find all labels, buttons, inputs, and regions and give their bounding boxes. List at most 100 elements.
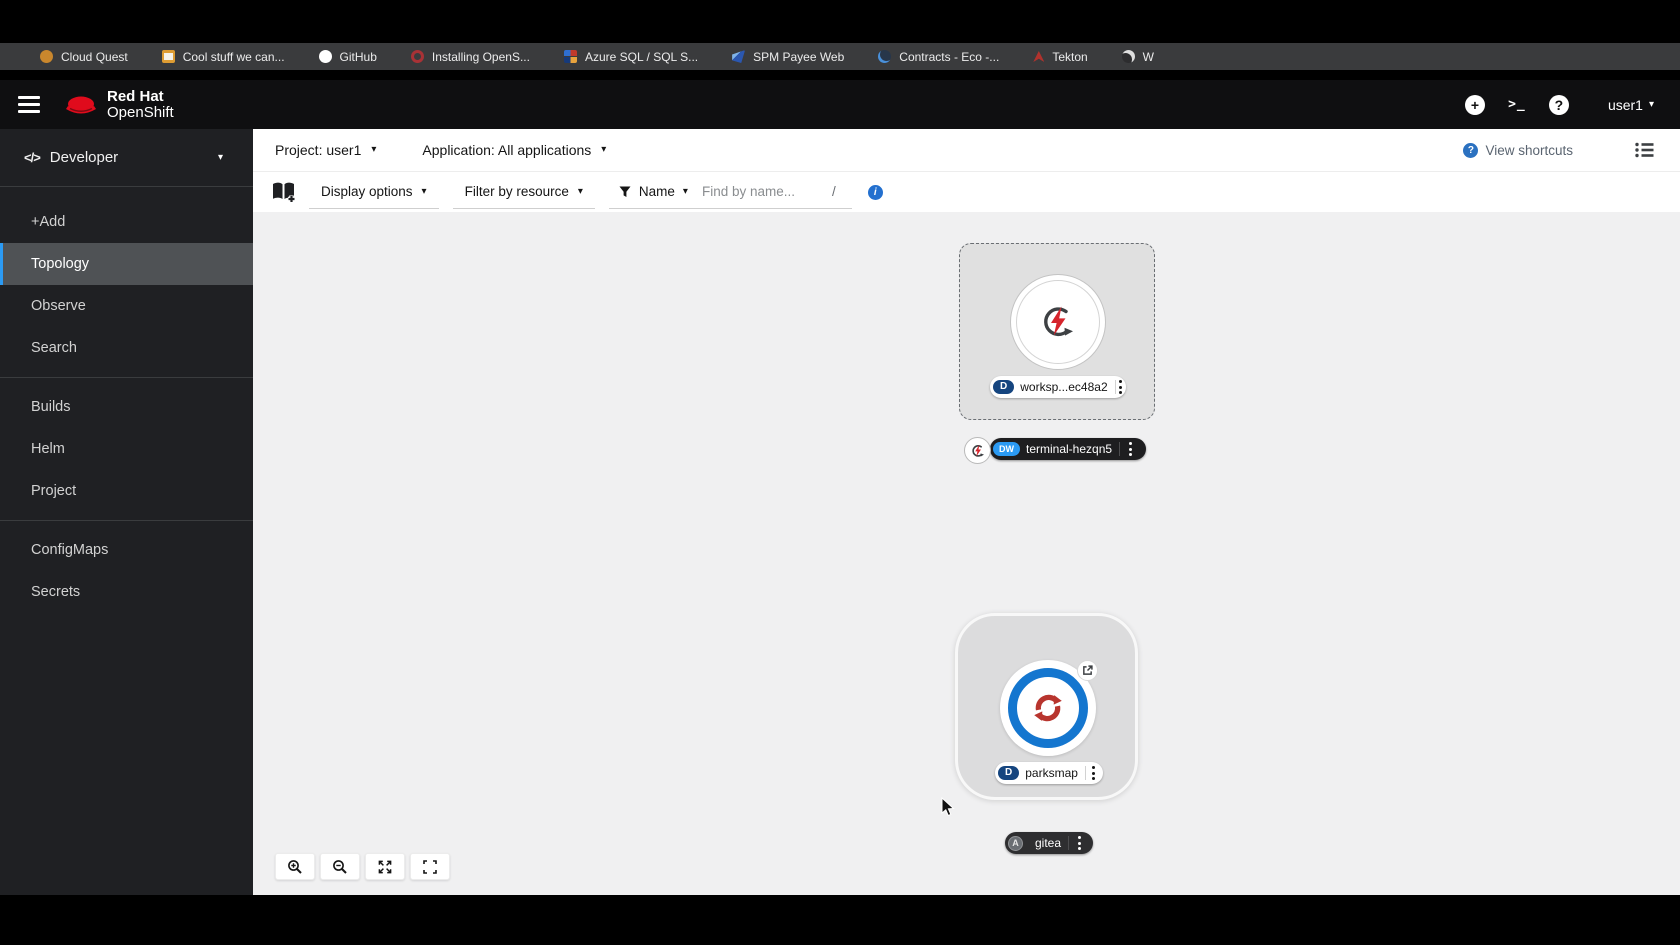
code-icon: </> — [24, 150, 41, 165]
zoom-in-button[interactable] — [275, 853, 315, 880]
help-button[interactable]: ? — [1538, 94, 1580, 115]
name-filter-dropdown[interactable]: Name ▾ — [619, 184, 688, 199]
pill-divider — [1084, 766, 1086, 780]
azure-favicon-icon — [563, 50, 577, 63]
gitea-node-name: gitea — [1035, 836, 1062, 850]
bookmark-label: Cloud Quest — [61, 49, 128, 64]
bookmark-tekton[interactable]: Tekton — [1033, 50, 1088, 64]
pill-divider — [1068, 836, 1070, 850]
info-icon[interactable]: i — [867, 184, 883, 200]
sidebar-item-observe[interactable]: Observe — [0, 285, 253, 327]
user-menu[interactable]: user1 ▾ — [1608, 97, 1654, 113]
zoom-out-button[interactable] — [320, 853, 360, 880]
tekton-favicon-icon — [1033, 51, 1045, 62]
redhat-fedora-icon — [66, 96, 96, 113]
deployment-badge: D — [993, 379, 1015, 395]
list-view-icon[interactable] — [1635, 142, 1654, 158]
sidebar-item-search[interactable]: Search — [0, 327, 253, 369]
github-favicon-icon — [318, 50, 332, 63]
export-application-icon[interactable] — [270, 180, 297, 204]
sidebar-divider — [0, 520, 253, 521]
terminal-node-label[interactable]: DW terminal-hezqn5 — [990, 438, 1146, 460]
application-badge: A — [1008, 835, 1023, 851]
folder-favicon-icon — [161, 50, 175, 63]
chevron-down-icon: ▾ — [1648, 98, 1654, 110]
fit-to-screen-button[interactable] — [365, 853, 405, 880]
chevron-down-icon: ▾ — [601, 144, 607, 155]
bookmark-contracts[interactable]: Contracts - Eco -... — [878, 50, 999, 64]
filter-by-resource-dropdown[interactable]: Filter by resource ▾ — [452, 176, 595, 209]
deployment-badge: D — [998, 765, 1020, 781]
sidebar-nav: </> Developer ▾ +Add Topology Observe Se… — [0, 129, 253, 895]
redhat-openshift-logo: Red Hat OpenShift — [64, 87, 174, 121]
add-quick-create-button[interactable]: + — [1454, 94, 1496, 115]
sidebar-item-configmaps[interactable]: ConfigMaps — [0, 529, 253, 571]
bookmark-installing-openshift[interactable]: Installing OpenS... — [410, 49, 530, 64]
sidebar-item-helm[interactable]: Helm — [0, 428, 253, 470]
globe-favicon-icon — [1121, 50, 1135, 63]
topology-canvas: D worksp...ec48a2 DW terminal-hezqn5 D p… — [253, 212, 1680, 895]
bookmark-cool-stuff[interactable]: Cool stuff we can... — [161, 49, 285, 64]
canvas-controls — [275, 853, 450, 880]
globe-favicon-icon — [878, 50, 892, 63]
chevron-down-icon: ▾ — [577, 185, 583, 197]
perspective-label: Developer — [49, 149, 119, 166]
question-circle-icon: ? — [1463, 142, 1479, 158]
brand-line1: Red Hat — [107, 87, 164, 105]
open-url-decorator[interactable] — [1077, 660, 1098, 681]
che-workspace-icon — [1044, 306, 1073, 337]
slash-shortcut-hint: / — [831, 184, 836, 199]
openshift-masthead: Red Hat OpenShift + >_ ? user1 ▾ — [0, 80, 1680, 129]
kebab-menu-icon[interactable] — [1122, 438, 1138, 459]
che-workspace-icon — [971, 444, 984, 457]
perspective-switcher[interactable]: </> Developer ▾ — [0, 129, 253, 187]
hamburger-menu-icon[interactable] — [18, 96, 40, 113]
find-by-name-input[interactable] — [701, 184, 830, 199]
fullscreen-button[interactable] — [410, 853, 450, 880]
parksmap-app-icon — [1034, 694, 1062, 722]
bookmark-cloud-quest[interactable]: Cloud Quest — [40, 50, 128, 64]
workspace-node-label[interactable]: D worksp...ec48a2 — [990, 376, 1126, 398]
kebab-menu-icon[interactable] — [1117, 376, 1123, 397]
cloud-quest-favicon-icon — [40, 50, 53, 63]
chevron-down-icon: ▾ — [371, 144, 377, 155]
sidebar-item-secrets[interactable]: Secrets — [0, 571, 253, 613]
project-dropdown[interactable]: Project: user1 ▾ — [275, 142, 376, 158]
sidebar-item-builds[interactable]: Builds — [0, 386, 253, 428]
bookmark-github[interactable]: GitHub — [318, 49, 377, 64]
workspace-node[interactable] — [1010, 274, 1106, 370]
kebab-menu-icon[interactable] — [1088, 762, 1100, 783]
bookmark-spm-payee[interactable]: SPM Payee Web — [732, 50, 844, 64]
view-shortcuts-link[interactable]: View shortcuts — [1485, 143, 1573, 158]
display-options-label: Display options — [321, 184, 413, 199]
bookmark-azure-sql[interactable]: Azure SQL / SQL S... — [563, 50, 698, 64]
bookmark-label: GitHub — [339, 49, 377, 64]
pill-divider — [1119, 442, 1121, 456]
name-filter-group: Name ▾ / — [608, 176, 852, 209]
brand-line2: OpenShift — [107, 103, 174, 121]
application-dropdown-label: Application: All applications — [422, 142, 592, 158]
chevron-down-icon: ▾ — [217, 151, 223, 163]
sidebar-item-project[interactable]: Project — [0, 470, 253, 512]
bookmark-label: SPM Payee Web — [753, 49, 845, 64]
chevron-down-icon: ▾ — [421, 185, 427, 197]
parksmap-node-name: parksmap — [1025, 766, 1078, 780]
openshift-ring-icon — [1008, 668, 1088, 748]
display-options-dropdown[interactable]: Display options ▾ — [309, 176, 439, 209]
terminal-node[interactable] — [964, 437, 991, 464]
application-dropdown[interactable]: Application: All applications ▾ — [422, 142, 606, 158]
gitea-node-label[interactable]: A gitea — [1005, 832, 1093, 854]
bookmark-label: Installing OpenS... — [431, 49, 530, 64]
bookmark-w[interactable]: W — [1121, 50, 1154, 64]
user-name: user1 — [1607, 96, 1643, 113]
bookmark-label: Cool stuff we can... — [182, 49, 285, 64]
sidebar-item-add[interactable]: +Add — [0, 201, 253, 243]
mouse-cursor — [941, 797, 955, 817]
external-link-icon — [1083, 665, 1093, 675]
parksmap-node-label[interactable]: D parksmap — [995, 762, 1103, 784]
topology-toolbar: Display options ▾ Filter by resource ▾ N… — [253, 172, 1680, 212]
web-terminal-button[interactable]: >_ — [1496, 97, 1538, 112]
bookmark-label: Contracts - Eco -... — [899, 49, 1000, 64]
sidebar-item-topology[interactable]: Topology — [0, 243, 253, 285]
kebab-menu-icon[interactable] — [1071, 832, 1087, 853]
